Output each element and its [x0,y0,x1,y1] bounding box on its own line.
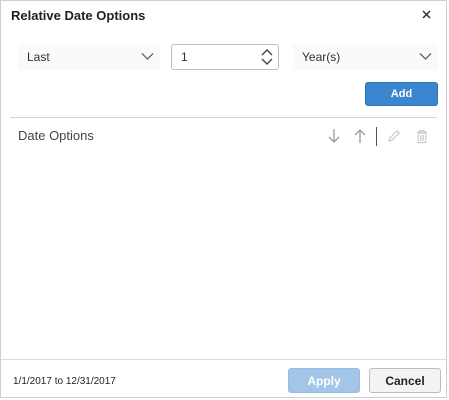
move-up-button[interactable] [352,127,368,145]
toolbar-separator [376,127,377,146]
count-stepper[interactable]: 1 [171,44,279,70]
section-divider [10,117,437,118]
footer-divider [1,359,446,360]
spinner-arrows-icon[interactable] [257,46,277,68]
dialog-title: Relative Date Options [11,8,146,23]
pencil-icon [388,129,401,142]
date-options-label: Date Options [18,128,94,143]
cancel-button[interactable]: Cancel [369,368,441,393]
arrow-down-icon [328,129,340,143]
date-options-list [10,151,437,356]
arrow-up-icon [354,129,366,143]
apply-button[interactable]: Apply [288,368,360,393]
trash-icon [417,129,427,143]
move-down-button[interactable] [326,127,342,145]
relative-date-options-dialog: Relative Date Options Last 1 Year(s) Add… [0,0,447,398]
chevron-down-icon [141,50,154,64]
unit-dropdown[interactable]: Year(s) [293,44,438,70]
unit-value: Year(s) [302,50,341,64]
period-dropdown[interactable]: Last [18,44,160,70]
edit-button[interactable] [386,127,402,145]
period-value: Last [27,50,50,64]
date-range-text: 1/1/2017 to 12/31/2017 [13,376,116,387]
date-options-header: Date Options [1,127,446,147]
chevron-down-icon [419,50,432,64]
close-icon [421,6,431,24]
count-value: 1 [181,50,188,64]
close-button[interactable] [418,7,434,23]
add-button[interactable]: Add [365,82,438,106]
delete-button[interactable] [414,127,430,145]
relative-date-controls: Last 1 Year(s) [1,44,446,70]
